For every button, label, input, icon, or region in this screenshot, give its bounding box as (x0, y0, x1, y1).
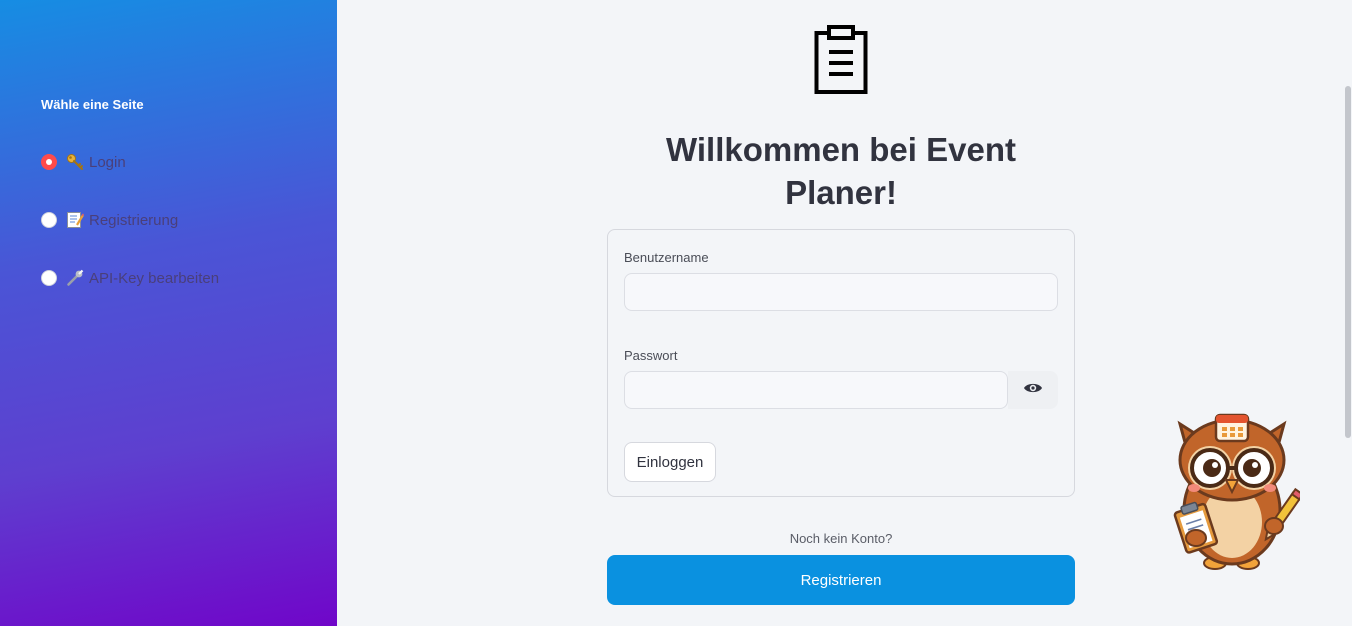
eye-icon (1023, 381, 1043, 400)
sidebar-item-label: Login (89, 153, 126, 171)
sidebar-item-api-key[interactable]: API-Key bearbeiten (41, 267, 219, 289)
radio-registrierung[interactable] (41, 212, 57, 228)
radio-login[interactable] (41, 154, 57, 170)
sidebar-title: Wähle eine Seite (41, 97, 144, 112)
login-form: Benutzername Passwort Einloggen (607, 229, 1075, 497)
scrollbar[interactable] (1344, 0, 1352, 626)
page-title: Willkommen bei Event Planer! (640, 128, 1042, 214)
show-password-button[interactable] (1008, 371, 1058, 409)
sidebar: Wähle eine Seite Login Registrierung API… (0, 0, 337, 626)
username-label: Benutzername (624, 250, 709, 265)
key-icon (66, 153, 84, 171)
username-input[interactable] (624, 273, 1058, 311)
password-label: Passwort (624, 348, 678, 363)
register-button[interactable]: Registrieren (607, 555, 1075, 605)
page-title-line-1: Willkommen bei Event (666, 131, 1016, 168)
memo-icon (66, 211, 84, 229)
no-account-text: Noch kein Konto? (789, 531, 893, 546)
owl-mascot-image (1170, 410, 1305, 580)
sidebar-item-label: API-Key bearbeiten (89, 269, 220, 287)
login-button[interactable]: Einloggen (624, 442, 716, 482)
scrollbar-thumb[interactable] (1345, 86, 1351, 438)
sidebar-item-login[interactable]: Login (41, 151, 126, 173)
page-title-line-2: Planer! (785, 174, 897, 211)
sidebar-item-label: Registrierung (89, 211, 179, 229)
clipboard-icon (812, 24, 870, 101)
radio-api-key[interactable] (41, 270, 57, 286)
password-input[interactable] (624, 371, 1008, 409)
sidebar-item-registrierung[interactable]: Registrierung (41, 209, 178, 231)
wrench-icon (66, 269, 84, 287)
